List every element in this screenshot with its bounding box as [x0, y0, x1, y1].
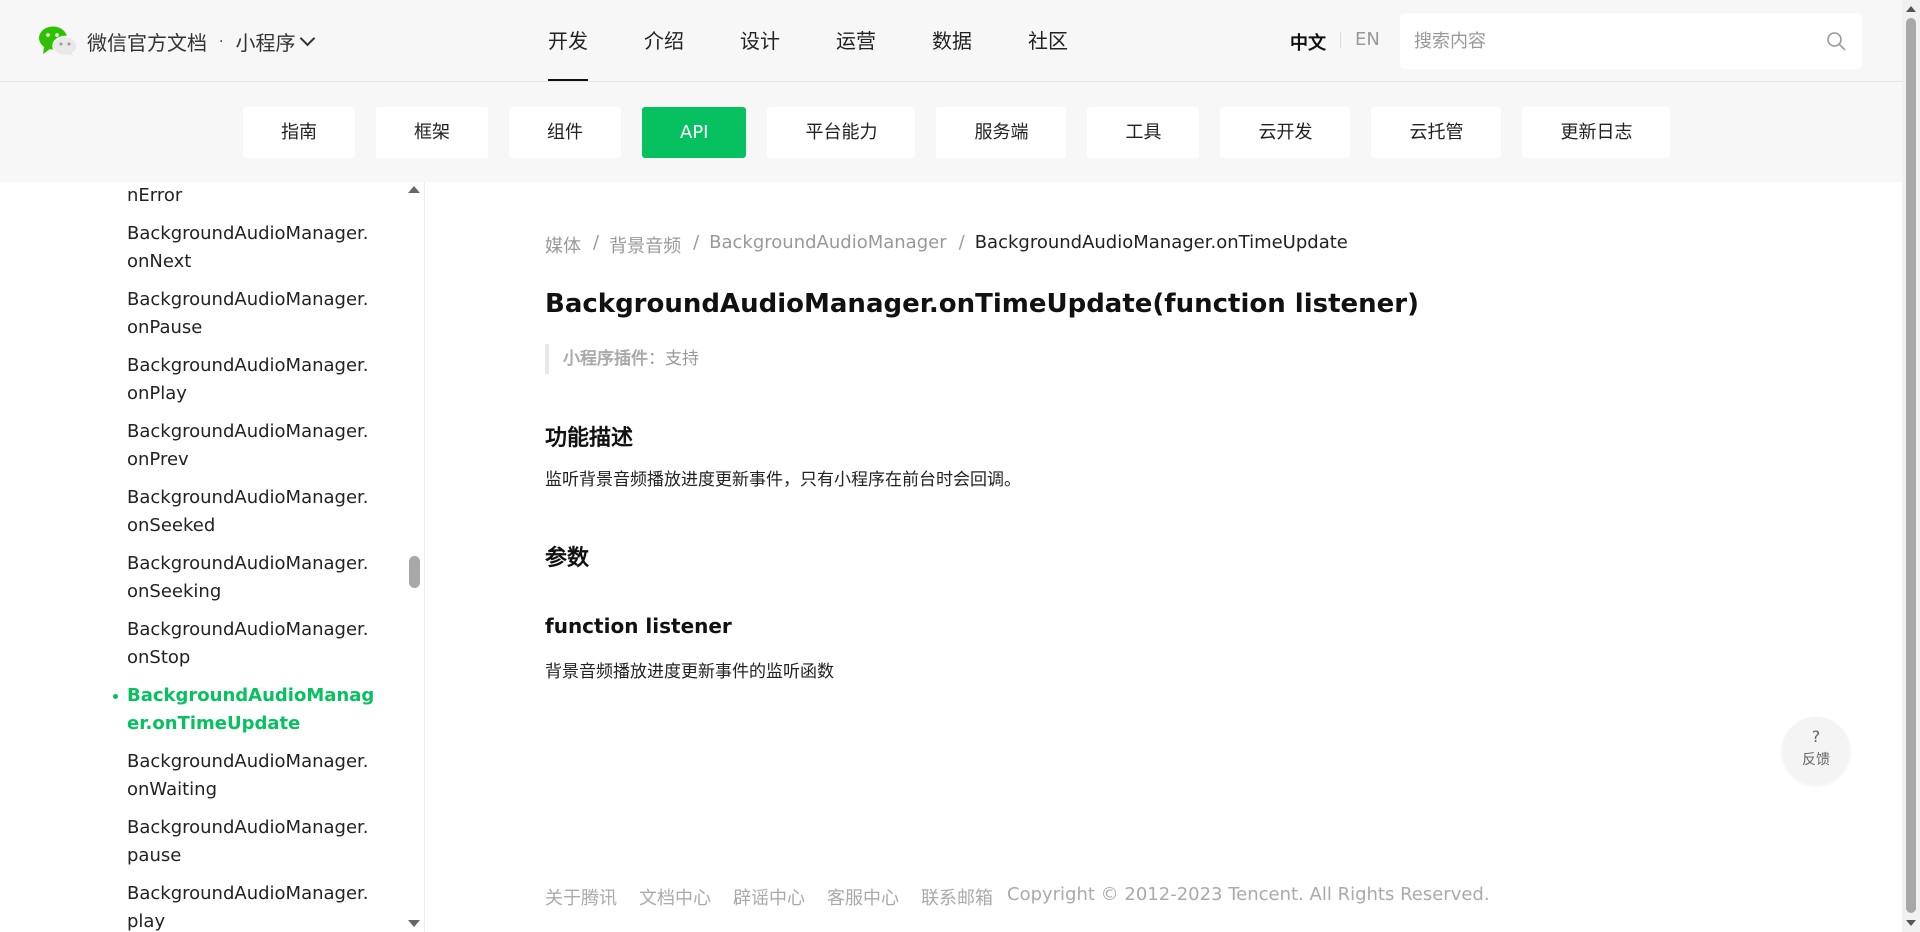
brand-title[interactable]: 微信官方文档 [87, 27, 207, 56]
description-text: 监听背景音频播放进度更新事件，只有小程序在前台时会回调。 [545, 470, 1021, 490]
breadcrumb-current: BackgroundAudioManager.onTimeUpdate [974, 232, 1348, 253]
lang-en[interactable]: EN [1355, 29, 1380, 55]
sidebar-item-onwaiting[interactable]: BackgroundAudioManager.onWaiting [127, 748, 377, 804]
breadcrumb-manager[interactable]: BackgroundAudioManager [709, 232, 946, 258]
subnav-platform-capabilities[interactable]: 平台能力 [767, 106, 916, 158]
plugin-support-value: ：支持 [648, 349, 699, 369]
sidebar-item-onstop[interactable]: BackgroundAudioManager.onStop [127, 616, 377, 672]
subnav-server[interactable]: 服务端 [936, 106, 1067, 158]
nav-item-operations[interactable]: 运营 [836, 0, 876, 82]
sidebar-item-onseeked[interactable]: BackgroundAudioManager.onSeeked [127, 484, 377, 540]
brand-separator: · [219, 33, 224, 50]
sidebar-item-onpause[interactable]: BackgroundAudioManager.onPause [127, 286, 377, 342]
sidebar-list: nError BackgroundAudioManager.onNext Bac… [113, 182, 377, 932]
footer-link-about[interactable]: 关于腾讯 [545, 884, 617, 910]
footer-link-email[interactable]: 联系邮箱 [921, 884, 993, 910]
search-input[interactable] [1414, 13, 1814, 69]
product-label: 小程序 [235, 31, 296, 55]
breadcrumb-separator: / [593, 232, 600, 253]
feedback-label: 反馈 [1802, 752, 1830, 768]
plugin-support-note: 小程序插件：支持 [545, 344, 699, 374]
wechat-logo-icon[interactable] [38, 25, 78, 57]
main-nav: 开发 介绍 设计 运营 数据 社区 [548, 0, 1124, 82]
chevron-down-icon [300, 30, 316, 47]
lang-divider [1340, 32, 1341, 48]
footer-link-docs[interactable]: 文档中心 [639, 884, 711, 910]
scroll-down-icon[interactable] [1906, 920, 1916, 926]
nav-item-intro[interactable]: 介绍 [644, 0, 684, 82]
nav-item-community[interactable]: 社区 [1028, 0, 1068, 82]
subnav-changelog[interactable]: 更新日志 [1522, 106, 1671, 158]
sidebar-item-onseeking[interactable]: BackgroundAudioManager.onSeeking [127, 550, 377, 606]
breadcrumb: 媒体 / 背景音频 / BackgroundAudioManager / Bac… [545, 232, 1348, 258]
subnav-guide[interactable]: 指南 [243, 106, 355, 158]
subnav-cloud-hosting[interactable]: 云托管 [1371, 106, 1502, 158]
language-switcher: 中文 EN [1290, 29, 1380, 55]
param-description: 背景音频播放进度更新事件的监听函数 [545, 662, 834, 682]
product-switcher[interactable]: 小程序 [235, 27, 316, 56]
footer-link-support[interactable]: 客服中心 [827, 884, 899, 910]
subnav-api[interactable]: API [642, 106, 747, 158]
sidebar-item-pause[interactable]: BackgroundAudioManager.pause [127, 814, 377, 870]
feedback-button[interactable]: ? 反馈 [1782, 717, 1850, 785]
subnav-cloud-dev[interactable]: 云开发 [1220, 106, 1351, 158]
nav-item-data[interactable]: 数据 [932, 0, 972, 82]
scroll-up-icon[interactable] [1906, 6, 1916, 12]
copyright: Copyright © 2012-2023 Tencent. All Right… [1007, 884, 1490, 905]
sidebar-item-onprev[interactable]: BackgroundAudioManager.onPrev [127, 418, 377, 474]
brand: 微信官方文档 · 小程序 [87, 27, 316, 56]
breadcrumb-background-audio[interactable]: 背景音频 [609, 232, 681, 258]
sidebar-scroll-up-icon[interactable] [408, 186, 420, 193]
subnav-tools[interactable]: 工具 [1087, 106, 1200, 158]
nav-item-develop[interactable]: 开发 [548, 0, 588, 82]
page-title: BackgroundAudioManager.onTimeUpdate(func… [545, 289, 1420, 319]
help-icon: ? [1811, 727, 1821, 746]
sidebar-item-onplay[interactable]: BackgroundAudioManager.onPlay [127, 352, 377, 408]
footer: 关于腾讯 文档中心 辟谣中心 客服中心 联系邮箱 Copyright © 201… [545, 884, 1490, 910]
page-scrollbar-thumb[interactable] [1906, 18, 1916, 913]
sidebar-item-onerror[interactable]: nError [127, 182, 377, 210]
page-scrollbar[interactable] [1902, 0, 1920, 932]
subnav-components[interactable]: 组件 [509, 106, 621, 158]
breadcrumb-media[interactable]: 媒体 [545, 232, 581, 258]
search-icon[interactable] [1826, 31, 1846, 51]
section-heading-params: 参数 [545, 546, 590, 571]
sidebar: nError BackgroundAudioManager.onNext Bac… [0, 182, 425, 932]
nav-item-design[interactable]: 设计 [740, 0, 780, 82]
sub-navigation: 指南 框架 组件 API 平台能力 服务端 工具 云开发 云托管 更新日志 [0, 82, 1902, 182]
lang-zh[interactable]: 中文 [1290, 29, 1326, 55]
sidebar-item-play[interactable]: BackgroundAudioManager.play [127, 880, 377, 932]
sidebar-item-onnext[interactable]: BackgroundAudioManager.onNext [127, 220, 377, 276]
top-navigation-bar: 微信官方文档 · 小程序 开发 介绍 设计 运营 数据 社区 中文 EN [0, 0, 1902, 82]
footer-link-rumor[interactable]: 辟谣中心 [733, 884, 805, 910]
sidebar-item-ontimeupdate[interactable]: BackgroundAudioManager.onTimeUpdate [113, 682, 377, 738]
breadcrumb-separator: / [693, 232, 700, 253]
breadcrumb-separator: / [958, 232, 965, 253]
search-box [1400, 13, 1862, 69]
plugin-support-label: 小程序插件 [563, 349, 648, 369]
param-name: function listener [545, 614, 732, 638]
subnav-framework[interactable]: 框架 [376, 106, 488, 158]
sidebar-scroll-down-icon[interactable] [408, 920, 420, 927]
section-heading-description: 功能描述 [545, 426, 634, 451]
sidebar-scrollbar-thumb[interactable] [409, 556, 420, 588]
